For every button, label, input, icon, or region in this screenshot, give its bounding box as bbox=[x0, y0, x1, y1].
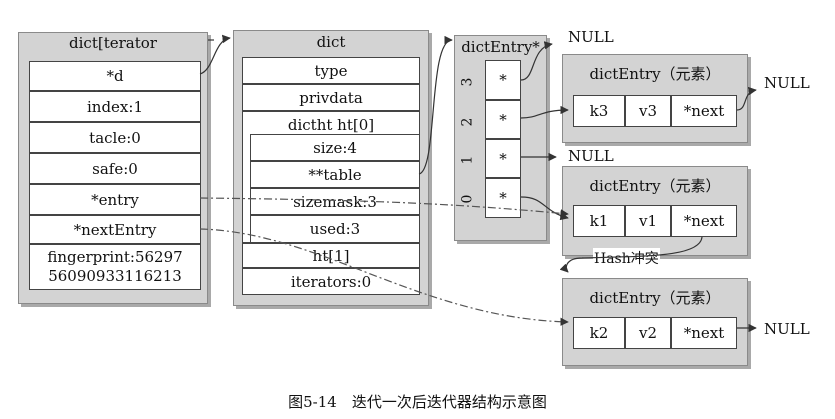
iterator-field-d: *d bbox=[29, 61, 201, 91]
null-label-slot1: NULL bbox=[568, 147, 614, 165]
dict-iterator-panel: dict[terator *d index:1 tacle:0 safe:0 *… bbox=[18, 32, 208, 304]
ht0-field-table: **table bbox=[250, 161, 420, 188]
entry-k3-key: k3 bbox=[573, 95, 625, 127]
entry-k2-key: k2 bbox=[573, 317, 625, 349]
entry-k3-next: *next bbox=[671, 95, 737, 127]
entry-k3-val: v3 bbox=[625, 95, 671, 127]
iterator-field-table: tacle:0 bbox=[29, 122, 201, 153]
table-index-1: 1 bbox=[459, 155, 476, 165]
figure-caption: 图5-14 迭代一次后迭代器结构示意图 bbox=[288, 393, 547, 411]
dict-entry-table-panel: dictEntry* 3 2 1 0 * * * * bbox=[454, 35, 547, 241]
iterator-field-entry: *entry bbox=[29, 184, 201, 215]
dict-field-privdata: privdata bbox=[242, 84, 420, 111]
entry-k2-val: v2 bbox=[625, 317, 671, 349]
table-index-0: 0 bbox=[459, 194, 476, 204]
dict-iterator-title: dict[terator bbox=[69, 34, 157, 52]
dict-panel: dict type privdata dictht ht[0] size:4 *… bbox=[233, 30, 429, 306]
entry-k1-key: k1 bbox=[573, 205, 625, 237]
table-slot-0: * bbox=[485, 178, 521, 218]
entry-k1-val: v1 bbox=[625, 205, 671, 237]
table-slot-2: * bbox=[485, 100, 521, 139]
ht0-field-size: size:4 bbox=[250, 134, 420, 161]
dict-entry-k1: dictEntry（元素） k1 v1 *next bbox=[562, 166, 748, 256]
dict-entry-k1-title: dictEntry（元素） bbox=[589, 177, 721, 195]
dictht-ht0-title: dictht ht[0] bbox=[287, 116, 375, 134]
fingerprint-line-1: fingerprint:56297 bbox=[47, 248, 183, 266]
dict-title: dict bbox=[316, 33, 346, 51]
fingerprint-line-2: 56090933116213 bbox=[48, 267, 182, 285]
entry-k1-next: *next bbox=[671, 205, 737, 237]
null-label-k2-next: NULL bbox=[764, 320, 810, 338]
null-label-k3-next: NULL bbox=[764, 74, 810, 92]
table-index-2: 2 bbox=[459, 117, 476, 127]
dict-entry-k2-title: dictEntry（元素） bbox=[589, 289, 721, 307]
table-index-3: 3 bbox=[459, 77, 476, 87]
dict-field-iterators: iterators:0 bbox=[242, 268, 420, 295]
table-slot-1: * bbox=[485, 139, 521, 178]
null-label-top: NULL bbox=[568, 28, 614, 46]
dict-entry-k3-title: dictEntry（元素） bbox=[589, 65, 721, 83]
hash-conflict-label: Hash冲突 bbox=[593, 248, 660, 268]
dict-field-type: type bbox=[242, 57, 420, 84]
dict-field-ht1: ht[1] bbox=[242, 243, 420, 268]
ht0-field-used: used:3 bbox=[250, 215, 420, 243]
dict-entry-k2: dictEntry（元素） k2 v2 *next bbox=[562, 278, 748, 366]
iterator-field-index: index:1 bbox=[29, 91, 201, 122]
table-slot-3: * bbox=[485, 60, 521, 100]
diagram-canvas: dict[terator *d index:1 tacle:0 safe:0 *… bbox=[0, 0, 835, 419]
dict-entry-table-title: dictEntry* bbox=[461, 38, 540, 56]
ht0-field-sizemask: sizemask:3 bbox=[250, 188, 420, 215]
dict-entry-k3: dictEntry（元素） k3 v3 *next bbox=[562, 54, 748, 143]
entry-k2-next: *next bbox=[671, 317, 737, 349]
iterator-fingerprint: fingerprint:56297 56090933116213 bbox=[29, 244, 201, 290]
iterator-field-next-entry: *nextEntry bbox=[29, 215, 201, 244]
iterator-field-safe: safe:0 bbox=[29, 153, 201, 184]
